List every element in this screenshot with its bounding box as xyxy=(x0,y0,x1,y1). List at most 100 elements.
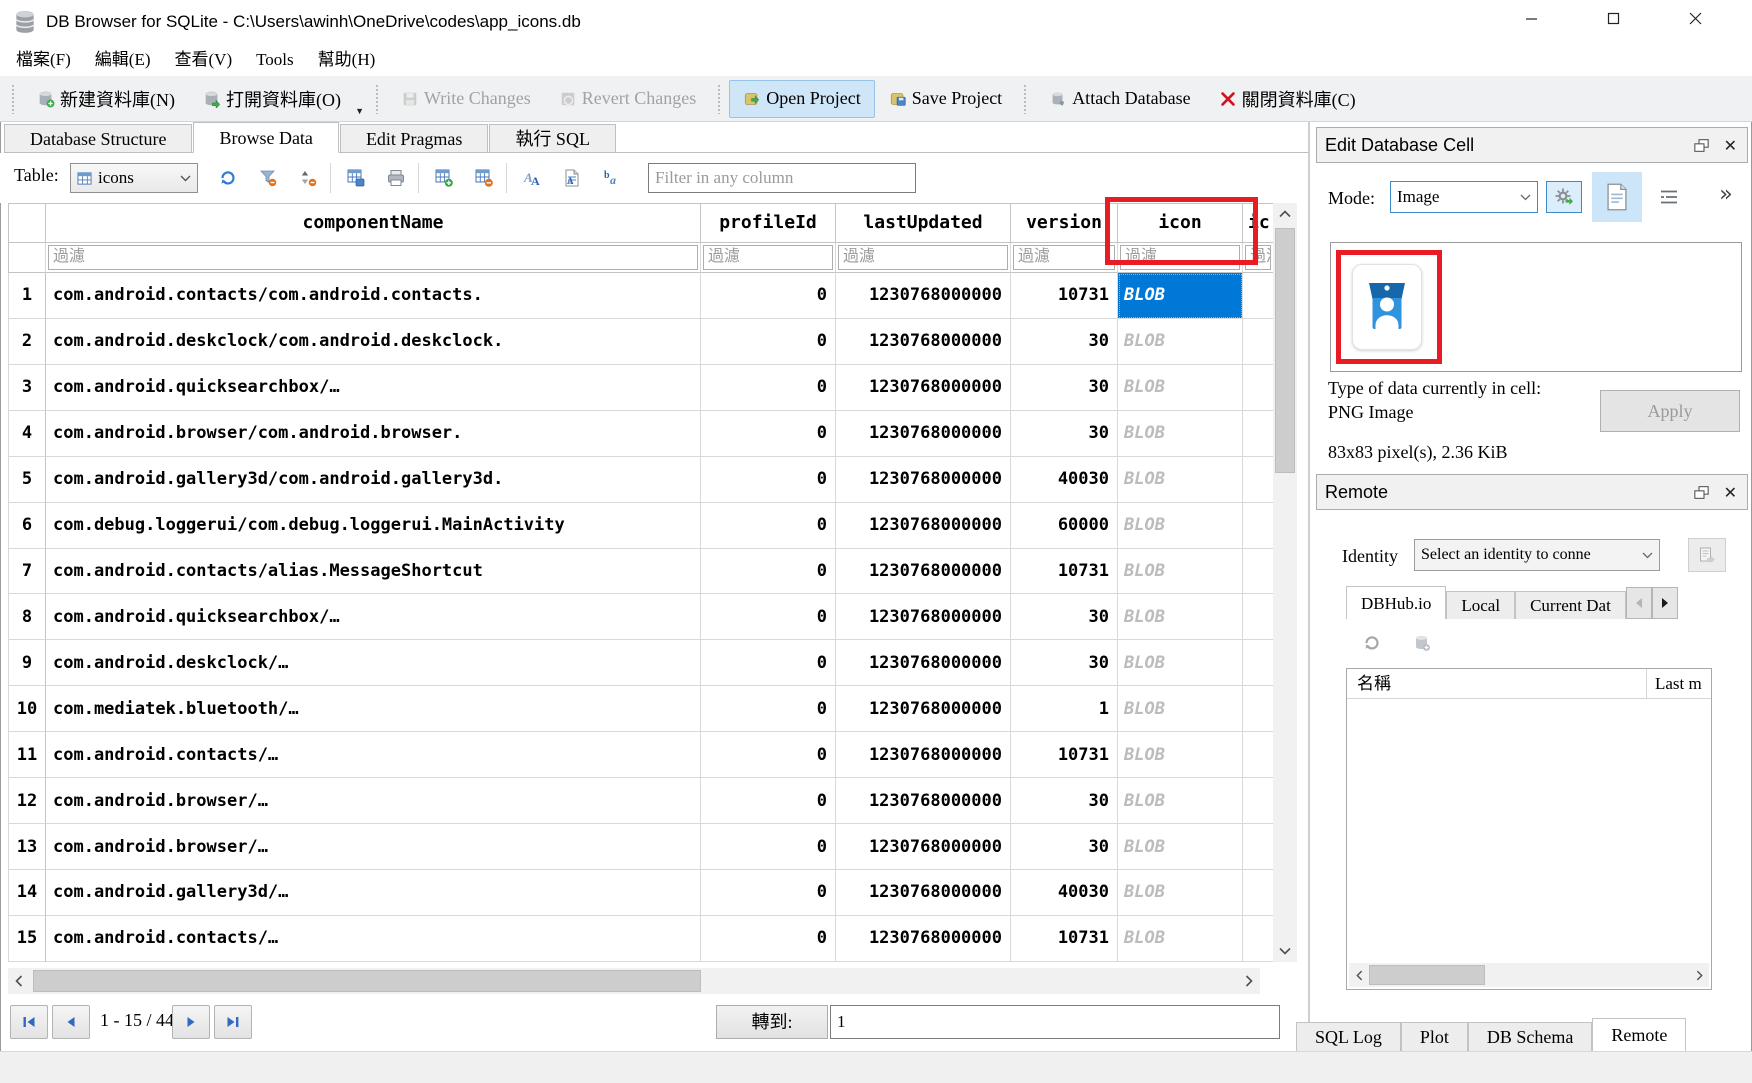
cell-version[interactable]: 1 xyxy=(1011,686,1118,732)
cell-lastUpdated[interactable]: 1230768000000 xyxy=(836,365,1011,411)
cell-version[interactable]: 30 xyxy=(1011,411,1118,457)
cell-truncated[interactable] xyxy=(1243,916,1273,962)
cell-componentName[interactable]: com.android.deskclock/… xyxy=(46,640,701,686)
cell-componentName[interactable]: com.android.quicksearchbox/… xyxy=(46,365,701,411)
tab-remote[interactable]: Remote xyxy=(1592,1018,1686,1051)
cell-profileId[interactable]: 0 xyxy=(701,365,836,411)
delete-record-icon[interactable] xyxy=(470,165,498,191)
float-panel-icon[interactable] xyxy=(1693,138,1710,153)
cell-icon-blob[interactable]: BLOB xyxy=(1118,411,1243,457)
toolbar-handle[interactable] xyxy=(375,84,380,114)
cell-truncated[interactable] xyxy=(1243,778,1273,824)
column-header-lastUpdated[interactable]: lastUpdated xyxy=(836,204,1011,243)
scroll-left-icon[interactable] xyxy=(8,968,30,994)
open-database-button[interactable]: 打開資料庫(O) ▼ xyxy=(189,80,368,118)
clear-filter-icon[interactable] xyxy=(254,165,282,191)
corner-header-cell[interactable] xyxy=(9,204,46,243)
cell-lastUpdated[interactable]: 1230768000000 xyxy=(836,273,1011,319)
column-header-componentName[interactable]: componentName xyxy=(46,204,701,243)
scrollbar-thumb[interactable] xyxy=(33,970,701,992)
cell-profileId[interactable]: 0 xyxy=(701,411,836,457)
export-table-icon[interactable] xyxy=(342,165,370,191)
cell-lastUpdated[interactable]: 1230768000000 xyxy=(836,640,1011,686)
scroll-up-icon[interactable] xyxy=(1273,203,1297,225)
cell-truncated[interactable] xyxy=(1243,732,1273,778)
column-header-profileId[interactable]: profileId xyxy=(701,204,836,243)
cell-lastUpdated[interactable]: 1230768000000 xyxy=(836,824,1011,870)
menu-view[interactable]: 查看(V) xyxy=(163,46,245,74)
remote-list-horizontal-scrollbar[interactable] xyxy=(1349,963,1709,987)
tab-sql-log[interactable]: SQL Log xyxy=(1296,1022,1401,1051)
cell-version[interactable]: 30 xyxy=(1011,319,1118,365)
cell-truncated[interactable] xyxy=(1243,686,1273,732)
cell-version[interactable]: 60000 xyxy=(1011,503,1118,549)
cell-componentName[interactable]: com.android.contacts/com.android.contact… xyxy=(46,273,701,319)
cell-lastUpdated[interactable]: 1230768000000 xyxy=(836,686,1011,732)
cell-lastUpdated[interactable]: 1230768000000 xyxy=(836,319,1011,365)
previous-page-button[interactable] xyxy=(52,1005,90,1039)
minimize-button[interactable] xyxy=(1508,0,1554,40)
cell-truncated[interactable] xyxy=(1243,503,1273,549)
word-wrap-button[interactable] xyxy=(1656,186,1682,208)
close-database-button[interactable]: 關閉資料庫(C) xyxy=(1205,80,1370,118)
tab-local[interactable]: Local xyxy=(1446,591,1515,619)
cell-profileId[interactable]: 0 xyxy=(701,640,836,686)
cell-icon-blob[interactable]: BLOB xyxy=(1118,778,1243,824)
tab-current-database[interactable]: Current Dat xyxy=(1515,591,1626,619)
insert-record-icon[interactable] xyxy=(430,165,458,191)
case-icon[interactable]: ba xyxy=(598,165,626,191)
cell-truncated[interactable] xyxy=(1243,640,1273,686)
cell-truncated[interactable] xyxy=(1243,870,1273,916)
cell-profileId[interactable]: 0 xyxy=(701,594,836,640)
cell-profileId[interactable]: 0 xyxy=(701,457,836,503)
menu-help[interactable]: 幫助(H) xyxy=(306,46,388,74)
import-export-button[interactable] xyxy=(1546,181,1582,213)
tab-browse-data[interactable]: Browse Data xyxy=(193,122,338,153)
tab-edit-pragmas[interactable]: Edit Pragmas xyxy=(340,124,489,152)
open-database-dropdown-icon[interactable]: ▼ xyxy=(355,106,364,116)
cell-truncated[interactable] xyxy=(1243,549,1273,595)
cell-version[interactable]: 30 xyxy=(1011,365,1118,411)
cell-componentName[interactable]: com.android.deskclock/com.android.deskcl… xyxy=(46,319,701,365)
cell-profileId[interactable]: 0 xyxy=(701,732,836,778)
cell-icon-blob[interactable]: BLOB xyxy=(1118,549,1243,595)
cell-icon-blob[interactable]: BLOB xyxy=(1118,273,1243,319)
filter-profileId-input[interactable]: 過濾 xyxy=(703,245,833,270)
cell-lastUpdated[interactable]: 1230768000000 xyxy=(836,457,1011,503)
table-vertical-scrollbar[interactable] xyxy=(1273,203,1297,962)
print-icon[interactable] xyxy=(382,165,410,191)
open-project-button[interactable]: Open Project xyxy=(729,80,874,118)
remote-list-column-last-modified[interactable]: Last m xyxy=(1647,669,1711,698)
cell-lastUpdated[interactable]: 1230768000000 xyxy=(836,549,1011,595)
cell-componentName[interactable]: com.debug.loggerui/com.debug.loggerui.Ma… xyxy=(46,503,701,549)
scroll-right-icon[interactable] xyxy=(1238,968,1260,994)
attach-database-button[interactable]: Attach Database xyxy=(1035,80,1204,118)
cell-version[interactable]: 30 xyxy=(1011,778,1118,824)
cell-componentName[interactable]: com.android.quicksearchbox/… xyxy=(46,594,701,640)
cell-truncated[interactable] xyxy=(1243,411,1273,457)
first-page-button[interactable] xyxy=(10,1005,48,1039)
toolbar-handle[interactable] xyxy=(1023,84,1028,114)
cell-truncated[interactable] xyxy=(1243,457,1273,503)
tab-execute-sql[interactable]: 執行 SQL xyxy=(489,124,616,152)
cell-lastUpdated[interactable]: 1230768000000 xyxy=(836,732,1011,778)
cell-truncated[interactable] xyxy=(1243,273,1273,319)
filter-any-column-input[interactable] xyxy=(648,163,916,193)
clear-sort-icon[interactable] xyxy=(294,165,322,191)
new-database-button[interactable]: 新建資料庫(N) xyxy=(23,80,189,118)
close-panel-icon[interactable]: ✕ xyxy=(1724,483,1737,502)
next-page-button[interactable] xyxy=(172,1005,210,1039)
cell-lastUpdated[interactable]: 1230768000000 xyxy=(836,778,1011,824)
goto-row-input[interactable] xyxy=(830,1005,1280,1039)
float-panel-icon[interactable] xyxy=(1693,485,1710,500)
panel-splitter[interactable] xyxy=(1308,122,1310,1050)
cell-truncated[interactable] xyxy=(1243,824,1273,870)
tab-db-schema[interactable]: DB Schema xyxy=(1468,1022,1592,1051)
cell-truncated[interactable] xyxy=(1243,594,1273,640)
apply-button[interactable]: Apply xyxy=(1600,390,1740,432)
cell-lastUpdated[interactable]: 1230768000000 xyxy=(836,870,1011,916)
cell-icon-blob[interactable]: BLOB xyxy=(1118,319,1243,365)
more-tools-icon[interactable]: » xyxy=(1712,180,1740,212)
cell-icon-blob[interactable]: BLOB xyxy=(1118,457,1243,503)
cell-version[interactable]: 10731 xyxy=(1011,549,1118,595)
